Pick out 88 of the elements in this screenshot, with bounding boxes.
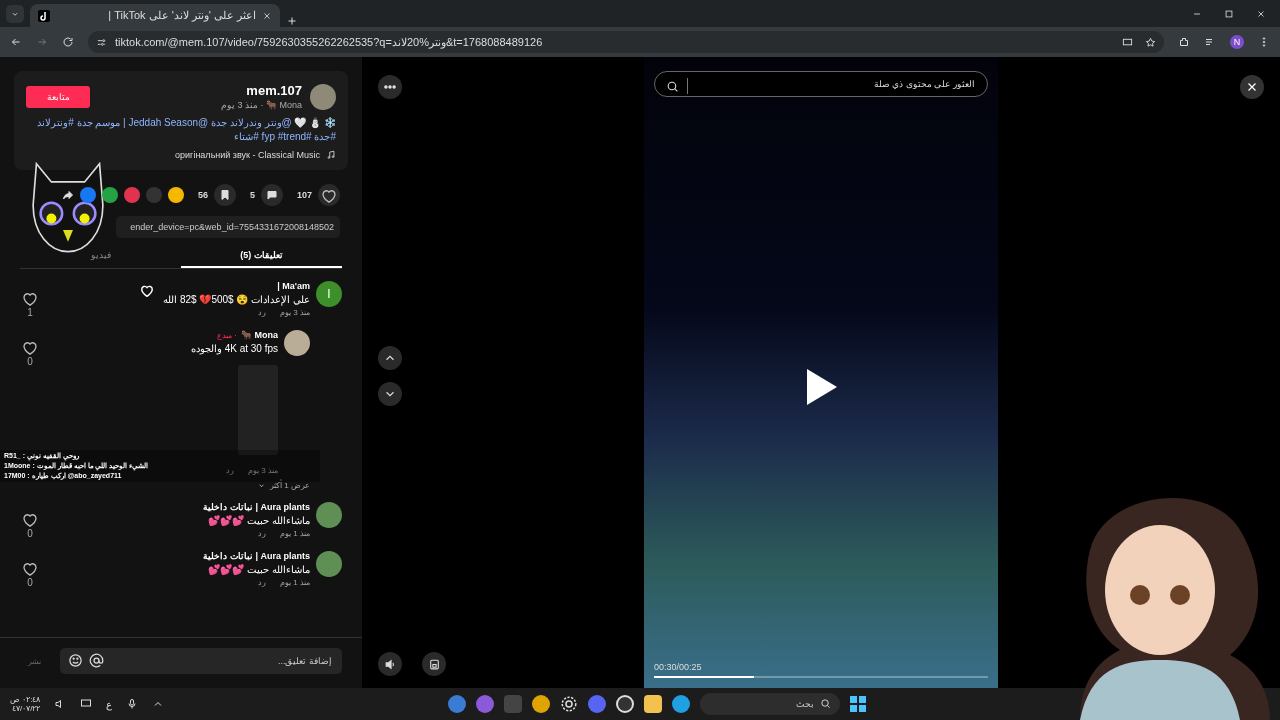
settings-icon[interactable] — [560, 695, 579, 713]
restore-icon[interactable] — [1224, 9, 1234, 19]
reply-link[interactable]: رد — [226, 466, 235, 475]
comment-time: منذ 3 يوم — [248, 466, 278, 475]
like-icon[interactable] — [22, 291, 38, 306]
video-time: 00:30/00:25 — [654, 662, 703, 672]
share-arrow-icon[interactable] — [61, 189, 74, 201]
link-field[interactable]: ender_device=pc&web_id=7554331672008148502 — [116, 216, 340, 238]
back-icon[interactable] — [10, 36, 22, 48]
comment-author[interactable]: Aura plants | نباتات داخلية — [203, 502, 310, 512]
author-avatar[interactable] — [310, 83, 336, 110]
comment-time: منذ 1 يوم — [280, 578, 310, 587]
app-logo-icon — [38, 9, 50, 22]
emoji-icon[interactable] — [68, 653, 83, 668]
speaker-icon[interactable] — [383, 657, 397, 671]
user-avatar[interactable] — [284, 330, 310, 356]
like-count: 0 — [27, 356, 33, 367]
user-avatar[interactable] — [316, 502, 342, 528]
comment-author[interactable]: Mona 🐂 — [241, 330, 278, 340]
input-language[interactable]: ع — [106, 698, 113, 710]
like-icon[interactable] — [22, 561, 38, 576]
comment-author[interactable]: Aura plants | نباتات داخلية — [203, 551, 310, 561]
close-icon[interactable] — [1256, 9, 1266, 19]
comment-text: علي الإعدادات 😵 $500💔 $82 الله — [163, 294, 310, 305]
like-count: 0 — [27, 577, 33, 588]
like-count: 107 — [296, 190, 312, 200]
send-share-button[interactable] — [123, 187, 140, 203]
repost-button[interactable] — [167, 187, 184, 203]
taskbar-search[interactable]: بحث — [700, 693, 841, 715]
like-count: 0 — [27, 528, 33, 539]
profile-avatar[interactable]: N — [1230, 35, 1244, 49]
previous-video-button[interactable] — [378, 345, 402, 370]
like-icon[interactable] — [22, 340, 38, 355]
extensions-icon[interactable] — [1178, 36, 1190, 48]
like-count: 1 — [27, 307, 33, 318]
tab-title: اعثر على 'ونتر لاند' على TikTok | — [107, 9, 256, 22]
windows-logo-icon[interactable] — [850, 696, 867, 712]
clock-time[interactable]: ٠٢:٤٨ ص — [10, 695, 41, 704]
bookmark-icon[interactable] — [218, 189, 231, 201]
reply-link[interactable]: رد — [258, 308, 267, 317]
install-icon[interactable] — [1122, 36, 1133, 48]
music-title[interactable]: оригінальний звук - Classical Music — [175, 150, 320, 160]
save-button[interactable] — [213, 184, 236, 206]
comment-count: 5 — [249, 190, 255, 200]
clock-date[interactable]: ٤٧/٠٧/٢٢ — [12, 704, 41, 713]
save-count: 56 — [197, 190, 208, 200]
search-icon[interactable] — [820, 698, 832, 709]
browser-tab[interactable]: اعثر على 'ونتر لاند' على TikTok | — [30, 4, 280, 27]
site-settings-icon[interactable] — [96, 36, 107, 48]
mini-player-button[interactable] — [422, 652, 446, 676]
next-video-button[interactable] — [378, 381, 402, 406]
comment-time: منذ 3 يوم — [280, 308, 310, 317]
comment-text: ماشاءالله حبيت 💕💕💕 — [207, 515, 310, 526]
speech-bubble-icon[interactable] — [265, 189, 278, 201]
reload-icon[interactable] — [62, 36, 74, 48]
related-search-field[interactable]: العثور على محتوى ذي صلة — [654, 71, 988, 97]
heart-icon — [140, 284, 154, 297]
user-avatar[interactable]: I — [316, 281, 342, 307]
creator-label: · مبدع — [217, 330, 237, 340]
comment-button[interactable] — [260, 184, 283, 206]
reply-link[interactable]: رد — [258, 529, 267, 538]
user-avatar[interactable] — [316, 551, 342, 577]
author-info: Mona 🐂 · منذ 3 يوم — [220, 100, 302, 110]
author-name[interactable]: mem.107 — [220, 83, 302, 98]
comment-text: ماشاءالله حبيت 💕💕💕 — [207, 564, 310, 575]
folder-icon[interactable] — [644, 695, 663, 713]
follow-button[interactable]: متابعة — [26, 85, 90, 108]
comment-time: منذ 1 يوم — [280, 529, 310, 538]
view-more-replies[interactable]: عرض 1 أكثر — [270, 481, 310, 490]
search-icon[interactable] — [666, 79, 679, 93]
reply-link[interactable]: رد — [258, 578, 267, 587]
music-note-icon[interactable] — [326, 150, 336, 160]
mention-icon[interactable] — [89, 653, 104, 668]
close-button[interactable] — [1240, 75, 1264, 99]
like-icon[interactable] — [22, 512, 38, 527]
panel-tab[interactable]: فيديو — [20, 244, 181, 268]
more-options-button[interactable] — [378, 75, 402, 99]
volume-button[interactable] — [378, 652, 402, 676]
address-bar[interactable]: tiktok.com/@mem.107/video/7592630355262262535?q=ونتر%20لاند&t=1768088489126 — [88, 31, 1164, 53]
app-icon[interactable] — [616, 695, 635, 713]
mini-player-icon[interactable] — [427, 657, 441, 671]
comment-text: 4K at 30 fps والجوده — [190, 343, 278, 354]
comment-author[interactable]: Ma'am | — [277, 281, 310, 291]
bookmark-star-icon[interactable] — [1145, 36, 1156, 48]
panel-tab[interactable]: تعليقات (5) — [181, 244, 342, 268]
close-icon[interactable] — [262, 10, 272, 21]
monitor-icon[interactable] — [80, 698, 93, 710]
new-tab-icon[interactable] — [286, 15, 298, 27]
